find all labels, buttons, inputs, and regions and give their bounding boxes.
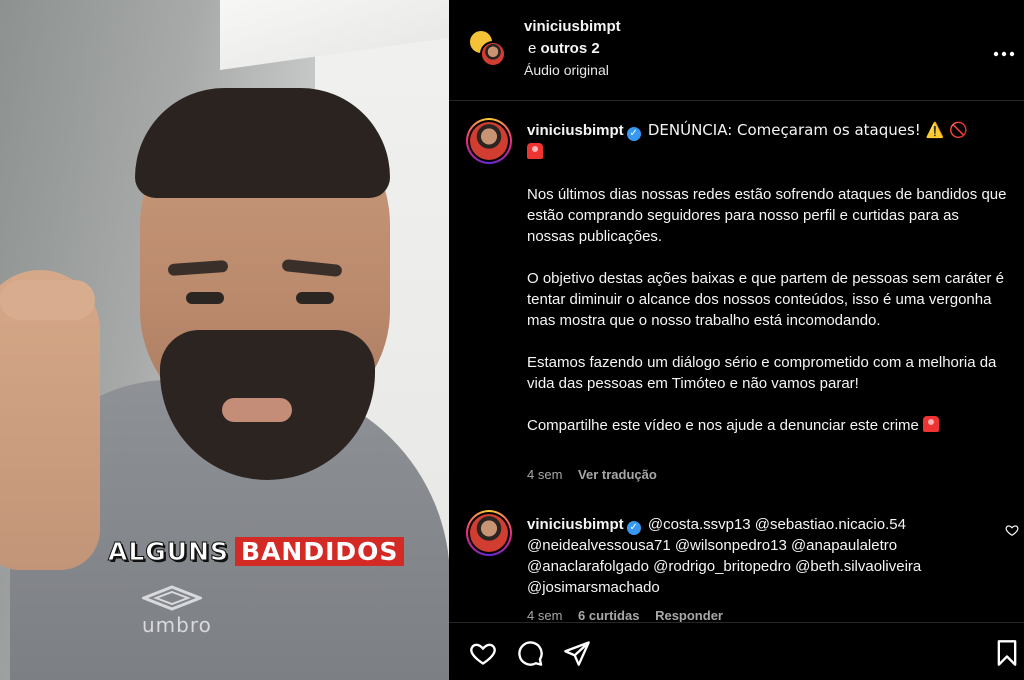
header-collaborators[interactable]: e outros 2 (528, 40, 600, 57)
avatar[interactable] (480, 41, 506, 67)
comment-icon[interactable] (516, 639, 544, 667)
header-username[interactable]: viniciusbimpt (524, 18, 621, 35)
reel-video[interactable]: umbro ALGUNS BANDIDOS (0, 0, 449, 680)
comment-text: viniciusbimpt ✓ @costa.ssvp13 @sebastiao.… (527, 514, 1007, 598)
shirt-logo-text: umbro (142, 613, 212, 637)
verified-badge-icon: ✓ (626, 127, 641, 141)
action-bar (449, 622, 1024, 680)
video-caption-word: ALGUNS (107, 537, 230, 567)
caption-paragraph: O objetivo destas ações baixas e que par… (527, 270, 1004, 329)
video-person-eye (296, 292, 334, 304)
collab-avatars[interactable] (468, 29, 510, 71)
caption-username[interactable]: viniciusbimpt (527, 122, 624, 139)
more-options-icon[interactable] (993, 40, 1015, 63)
video-person-finger (0, 280, 95, 320)
caption-paragraph-text: Compartilhe este vídeo e nos ajude a den… (527, 417, 919, 434)
collaborators-count[interactable]: outros 2 (541, 40, 600, 57)
caption-time: 4 sem (527, 467, 563, 482)
caption-paragraph: Nos últimos dias nossas redes estão sofr… (527, 186, 1007, 245)
comment-likes[interactable]: 6 curtidas (578, 608, 639, 623)
like-icon[interactable] (469, 639, 497, 667)
reply-button[interactable]: Responder (655, 608, 723, 623)
post-details-panel: viniciusbimpt e outros 2 Áudio original … (449, 0, 1024, 680)
caption-meta: 4 sem Ver tradução (527, 467, 669, 482)
share-icon[interactable] (563, 639, 591, 667)
shirt-logo: umbro (142, 585, 212, 637)
comment-username[interactable]: viniciusbimpt (527, 516, 624, 533)
avatar[interactable] (466, 118, 512, 164)
caption-text: viniciusbimpt ✓ DENÚNCIA: Começaram os at… (527, 120, 1007, 436)
siren-icon (527, 143, 543, 159)
caption-headline: DENÚNCIA: Começaram os ataques! ⚠️ 🚫 (647, 121, 968, 139)
umbro-diamond-icon (142, 585, 202, 611)
verified-badge-icon: ✓ (626, 521, 641, 535)
video-person-mouth (222, 398, 292, 422)
collaborators-prefix: e (528, 40, 537, 57)
video-caption-highlight: BANDIDOS (235, 537, 405, 566)
video-caption-overlay: ALGUNS BANDIDOS (107, 537, 405, 567)
comment-time: 4 sem (527, 608, 563, 623)
caption-paragraph: Compartilhe este vídeo e nos ajude a den… (527, 415, 1007, 436)
avatar[interactable] (466, 510, 512, 556)
more-dots-icon (993, 51, 1015, 57)
audio-link[interactable]: Áudio original (524, 62, 609, 78)
translate-link[interactable]: Ver tradução (578, 467, 657, 482)
like-comment-icon[interactable] (1005, 523, 1019, 537)
caption-first-line: viniciusbimpt ✓ DENÚNCIA: Começaram os at… (527, 120, 1007, 163)
siren-icon (923, 416, 940, 432)
comment-meta: 4 sem 6 curtidas Responder (527, 608, 735, 623)
caption-paragraph: Estamos fazendo um diálogo sério e compr… (527, 354, 997, 392)
video-person-eye (186, 292, 224, 304)
video-person-hair (135, 88, 390, 198)
save-bookmark-icon[interactable] (993, 639, 1021, 667)
post-header: viniciusbimpt e outros 2 Áudio original (449, 0, 1024, 101)
